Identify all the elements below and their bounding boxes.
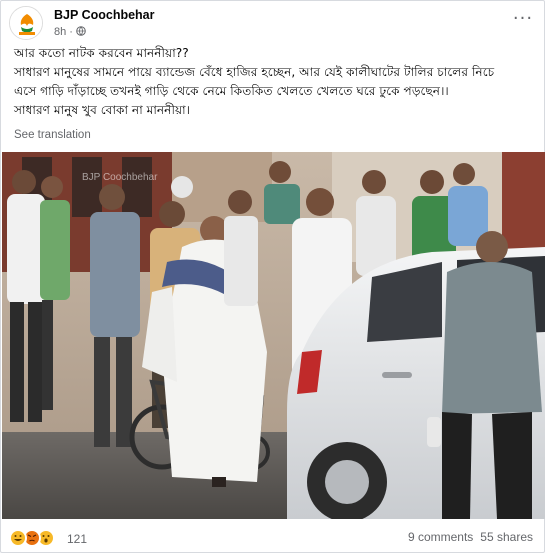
post-line-2: সাধারণ মানুষের সামনে পায়ে ব্যান্ডেজ বেঁ… [14,65,495,79]
post-line-3: এসে গাড়ি দাঁড়াচ্ছে তখনই গাড়ি থেকে নেম… [14,84,449,98]
post-line-4: সাধারণ মানুষ খুব বোকা না মাননীয়া। [14,103,191,117]
comments-count[interactable]: 9 comments [408,530,473,544]
post-time[interactable]: 8h [54,26,66,38]
facebook-post: BJP Coochbehar 8h · ··· আর কতো নাটক করবেন… [0,0,545,553]
see-translation-link[interactable]: See translation [14,129,91,141]
globe-icon [76,26,86,36]
post-header: BJP Coochbehar 8h · ··· [9,6,539,42]
post-footer: 121 9 comments 55 shares [9,527,539,549]
haha-icon [9,529,27,547]
bjp-logo-icon [10,7,42,39]
post-meta: 8h · [54,26,86,38]
post-body: আর কতো নাটক করবেন মাননীয়া?? সাধারণ মানু… [14,45,534,121]
reaction-count[interactable]: 121 [67,532,87,546]
post-line-1: আর কতো নাটক করবেন মাননীয়া?? [14,46,189,60]
photo-watermark: BJP Coochbehar [82,172,158,183]
post-stats: 9 comments 55 shares [408,530,533,544]
crowd-scene-image: BJP Coochbehar [2,152,545,519]
post-author[interactable]: BJP Coochbehar [54,8,155,22]
post-photo[interactable]: BJP Coochbehar [2,152,545,519]
avatar[interactable] [9,6,43,40]
shares-count[interactable]: 55 shares [480,530,533,544]
more-icon[interactable]: ··· [511,10,535,34]
